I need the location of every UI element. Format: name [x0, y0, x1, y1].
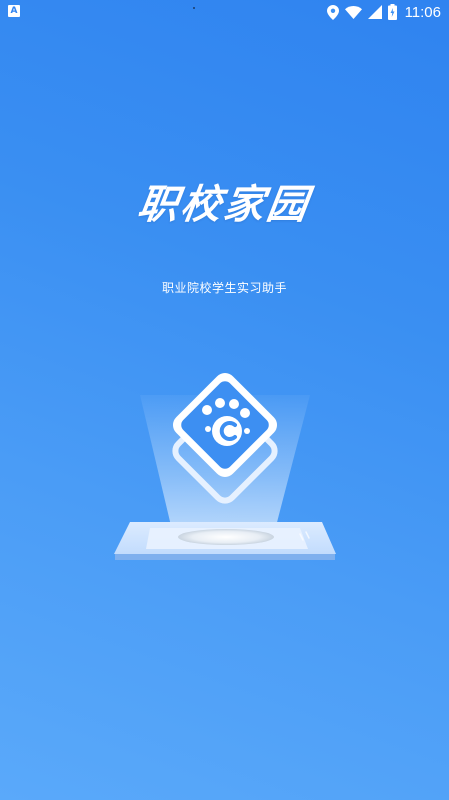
status-bar: A 11:06: [0, 0, 449, 24]
status-dot: [193, 7, 195, 9]
app-subtitle: 职业院校学生实习助手: [161, 281, 287, 295]
signal-icon: [367, 5, 382, 19]
projector-platform-icon: [114, 522, 336, 560]
splash-screen: A 11:06 职校家园 职业院校学生实习助手: [0, 0, 449, 800]
status-bar-right: 11:06: [326, 0, 441, 24]
wifi-icon: [344, 5, 362, 19]
splash-illustration: [114, 372, 336, 560]
battery-icon: [387, 4, 397, 20]
app-title: 职校家园: [134, 182, 314, 228]
clock: 11:06: [404, 3, 441, 21]
location-icon: [326, 4, 339, 20]
notification-app-icon: A: [8, 5, 20, 17]
